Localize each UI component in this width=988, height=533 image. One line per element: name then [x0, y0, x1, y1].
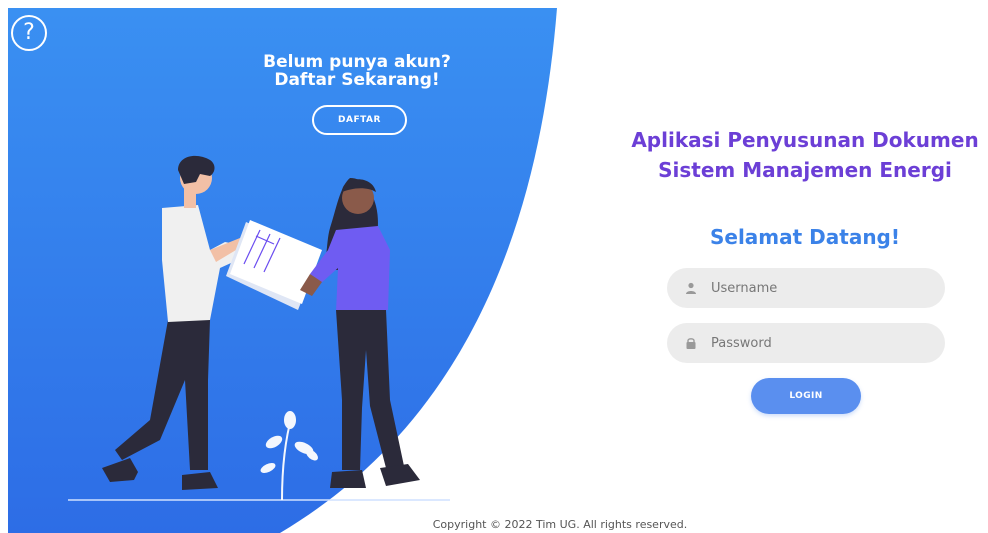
register-button[interactable]: DAFTAR: [312, 105, 407, 135]
user-icon: [684, 281, 698, 295]
login-button[interactable]: LOGIN: [751, 378, 861, 414]
register-prompt-line1: Belum punya akun?: [263, 52, 451, 72]
copyright-footer: Copyright © 2022 Tim UG. All rights rese…: [432, 518, 688, 531]
password-field[interactable]: [667, 323, 945, 363]
help-circle-icon: ?: [23, 20, 35, 45]
app-title-line2: Sistem Manajemen Energi: [658, 158, 952, 182]
username-field[interactable]: [667, 268, 945, 308]
app-title: Aplikasi Penyusunan Dokumen Sistem Manaj…: [610, 125, 988, 185]
username-input[interactable]: [711, 280, 921, 296]
register-prompt: Belum punya akun? Daftar Sekarang!: [240, 53, 474, 89]
register-prompt-line2: Daftar Sekarang!: [274, 70, 440, 90]
people-illustration: [68, 155, 450, 501]
app-title-line1: Aplikasi Penyusunan Dokumen: [631, 128, 979, 152]
login-page: ? Belum punya akun? Daftar Sekarang! DAF…: [0, 0, 988, 533]
welcome-heading: Selamat Datang!: [709, 225, 900, 249]
help-button[interactable]: ?: [11, 15, 47, 51]
lock-icon: [684, 336, 698, 350]
password-input[interactable]: [711, 335, 921, 351]
